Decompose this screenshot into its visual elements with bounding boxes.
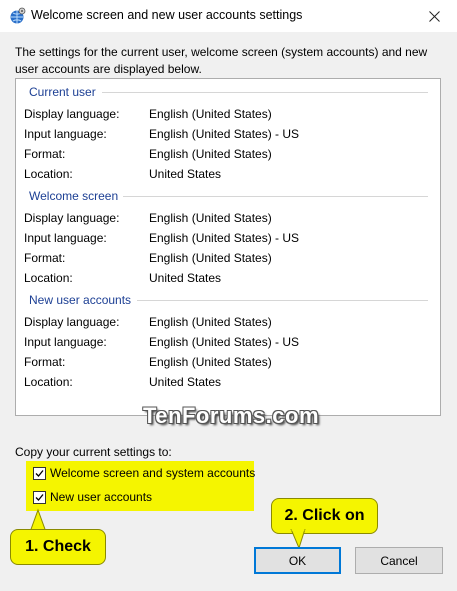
row-value: English (United States) <box>149 251 272 265</box>
new-user-accounts-checkbox[interactable]: New user accounts <box>33 490 152 504</box>
row-value: English (United States) - US <box>149 335 300 349</box>
callout-check: 1. Check <box>10 529 106 565</box>
row-label: Input language: <box>24 335 107 349</box>
section-divider <box>123 196 428 197</box>
row-label: Location: <box>24 167 73 181</box>
row-label: Display language: <box>24 211 120 225</box>
title-bar: Welcome screen and new user accounts set… <box>0 0 457 32</box>
row-label: Input language: <box>24 127 107 141</box>
description-text: The settings for the current user, welco… <box>15 45 428 76</box>
watermark: TenForums.com <box>143 403 320 428</box>
row-value: English (United States) <box>149 211 272 225</box>
row-value: United States <box>149 375 222 389</box>
copy-settings-label: Copy your current settings to: <box>15 445 172 459</box>
row-value: English (United States) - US <box>149 127 300 141</box>
row-value: English (United States) <box>149 107 272 121</box>
globe-gear-icon <box>9 7 26 25</box>
cancel-button[interactable]: Cancel <box>355 547 443 574</box>
checkbox-box[interactable] <box>33 490 46 504</box>
close-button[interactable] <box>411 0 457 32</box>
section-divider <box>137 300 428 301</box>
section-heading-current-user: Current user <box>29 85 96 99</box>
row-label: Display language: <box>24 315 120 329</box>
close-icon <box>428 10 440 22</box>
row-label: Format: <box>24 355 66 369</box>
row-value: English (United States) - US <box>149 231 300 245</box>
new-user-accounts-checkbox-label[interactable]: New user accounts <box>50 490 152 504</box>
row-label: Location: <box>24 375 73 389</box>
ok-button[interactable]: OK <box>254 547 341 574</box>
row-label: Format: <box>24 251 66 265</box>
row-value: English (United States) <box>149 355 272 369</box>
section-divider <box>102 92 428 93</box>
settings-panel: Current user Display language: English (… <box>15 78 441 416</box>
section-heading-welcome-screen: Welcome screen <box>29 189 119 203</box>
welcome-screen-checkbox-label[interactable]: Welcome screen and system accounts <box>50 466 255 480</box>
checkbox-box[interactable] <box>33 466 46 480</box>
row-label: Input language: <box>24 231 107 245</box>
checkmark-icon <box>35 493 44 501</box>
row-label: Display language: <box>24 107 120 121</box>
section-heading-new-user-accounts: New user accounts <box>29 293 132 307</box>
row-label: Location: <box>24 271 73 285</box>
window-title: Welcome screen and new user accounts set… <box>31 8 303 22</box>
row-value: English (United States) <box>149 147 272 161</box>
welcome-screen-checkbox[interactable]: Welcome screen and system accounts <box>33 466 255 480</box>
row-label: Format: <box>24 147 66 161</box>
row-value: English (United States) <box>149 315 272 329</box>
checkmark-icon <box>35 469 44 477</box>
callout-pointer <box>290 529 306 549</box>
row-value: United States <box>149 167 222 181</box>
row-value: United States <box>149 271 222 285</box>
